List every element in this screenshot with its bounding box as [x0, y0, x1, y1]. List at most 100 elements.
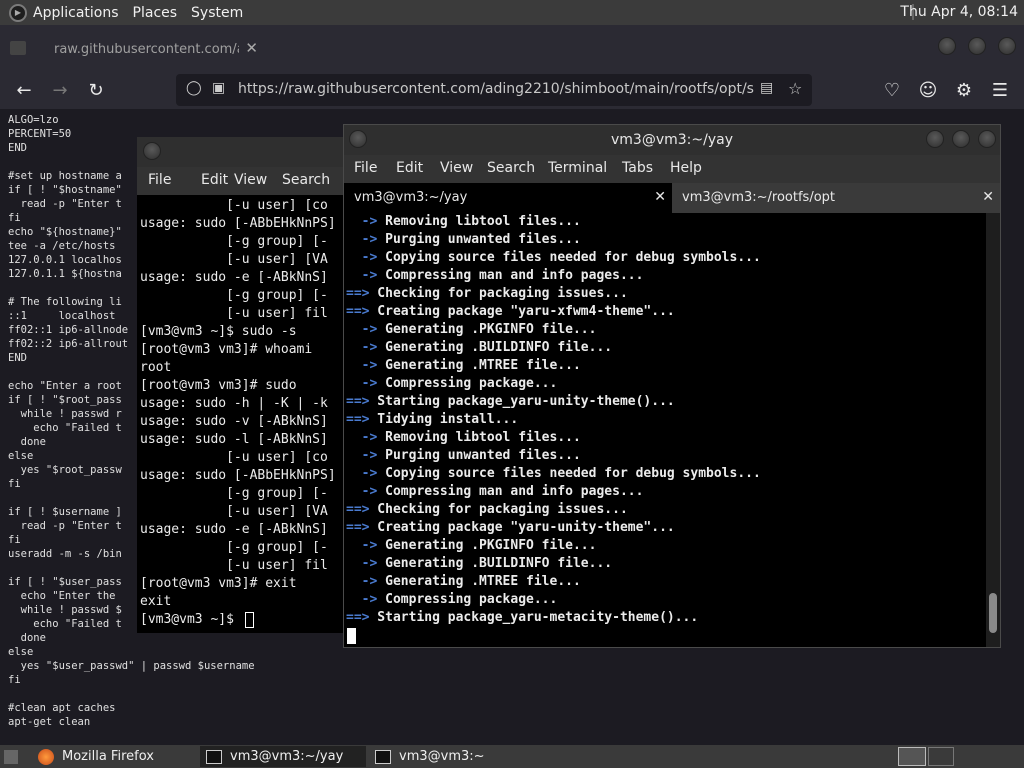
taskbar-item-terminal-home[interactable]: vm3@vm3:~ [375, 746, 541, 767]
menu-search[interactable]: Search [282, 172, 330, 188]
close-tab-yay-icon[interactable]: ✕ [654, 189, 666, 205]
menu-file[interactable]: File [354, 160, 377, 176]
menu-edit[interactable]: Edit [396, 160, 423, 176]
menu-view[interactable]: View [234, 172, 267, 188]
build-log-text: Tidying install... [369, 412, 519, 427]
script-line: ff02::1 ip6-allnode [8, 324, 129, 336]
script-line: if [ ! "$hostname" [8, 184, 122, 196]
terminal-line: [-g group] [- [140, 288, 328, 303]
workspace-2[interactable] [928, 747, 954, 766]
stage-arrow: ==> [346, 394, 370, 409]
substep-arrow: -> [346, 574, 378, 589]
bookmark-star-icon[interactable]: ☆ [788, 79, 802, 98]
terminal-back-titlebar[interactable] [137, 137, 357, 167]
build-log-line: -> Generating .MTREE file... [346, 573, 581, 591]
pocket-icon[interactable]: ♡ [879, 77, 905, 103]
build-log-text: Starting package_yaru-metacity-theme()..… [369, 610, 699, 625]
terminal-front-menubar: File Edit View Search Terminal Tabs Help [344, 155, 1000, 183]
distro-logo-icon[interactable]: ▶ [9, 3, 27, 22]
build-log-text: Generating .PKGINFO file... [377, 538, 597, 553]
menu-places[interactable]: Places [133, 5, 178, 21]
menu-search[interactable]: Search [487, 160, 535, 176]
account-icon[interactable]: ☺ [915, 77, 941, 103]
close-tab-icon[interactable]: ✕ [245, 39, 258, 57]
script-line: echo "Failed t [8, 618, 122, 630]
terminal-line: [-u user] fil [140, 558, 328, 573]
taskbar-item-terminal-yay[interactable]: vm3@vm3:~/yay [200, 746, 366, 767]
forward-arrow-icon[interactable]: → [47, 77, 73, 103]
substep-arrow: -> [346, 322, 378, 337]
terminal-close-icon[interactable] [978, 130, 996, 148]
build-log-line: -> Compressing man and info pages... [346, 483, 644, 501]
build-log-text: Starting package_yaru-unity-theme()... [369, 394, 675, 409]
maximize-icon[interactable] [968, 37, 986, 55]
tab-list-icon[interactable] [10, 41, 26, 55]
close-window-icon[interactable] [998, 37, 1016, 55]
terminal-window-back[interactable]: File Edit View Search [-u user] [co usage… [137, 137, 357, 633]
script-line: else [8, 646, 34, 658]
substep-arrow: -> [346, 484, 378, 499]
substep-arrow: -> [346, 268, 378, 283]
taskbar-item-firefox-label: Mozilla Firefox [62, 749, 154, 764]
tab-yay[interactable]: vm3@vm3:~/yay ✕ [344, 183, 672, 213]
menu-terminal[interactable]: Terminal [548, 160, 607, 176]
hamburger-menu-icon[interactable]: ☰ [987, 77, 1013, 103]
close-tab-rootfs-icon[interactable]: ✕ [982, 189, 994, 205]
script-line: while ! passwd $ [8, 604, 122, 616]
script-line: fi [8, 478, 21, 490]
scrollbar-thumb[interactable] [989, 593, 997, 633]
build-log-line: -> Generating .MTREE file... [346, 357, 581, 375]
script-line: done [8, 632, 46, 644]
url-bar[interactable]: ◯ ▣ https://raw.githubusercontent.com/ad… [176, 74, 812, 106]
terminal-icon [206, 749, 222, 764]
shield-icon[interactable]: ◯ [186, 80, 202, 96]
url-text[interactable]: https://raw.githubusercontent.com/ading2… [238, 81, 754, 97]
workspace-1[interactable] [898, 747, 926, 766]
menu-tabs[interactable]: Tabs [622, 160, 653, 176]
script-line: else [8, 450, 34, 462]
menu-edit[interactable]: Edit [201, 172, 228, 188]
terminal-scrollbar[interactable] [986, 213, 1000, 647]
back-arrow-icon[interactable]: ← [11, 77, 37, 103]
terminal-line: [-u user] [VA [140, 252, 328, 267]
script-line: echo "Enter the [8, 590, 122, 602]
show-desktop-icon[interactable] [4, 746, 26, 767]
terminal-back-menu-icon[interactable] [143, 142, 161, 160]
terminal-line: [-u user] [VA [140, 504, 328, 519]
reload-icon[interactable]: ↻ [83, 77, 109, 103]
terminal-window-front[interactable]: vm3@vm3:~/yay File Edit View Search Term… [343, 124, 1001, 648]
minimize-icon[interactable] [938, 37, 956, 55]
reader-view-icon[interactable]: ▤ [760, 80, 773, 96]
terminal-minimize-icon[interactable] [926, 130, 944, 148]
terminal-front-output[interactable]: -> Removing libtool files... -> Purging … [344, 213, 986, 647]
script-line: echo "Enter a root [8, 380, 122, 392]
substep-arrow: -> [346, 556, 378, 571]
extensions-icon[interactable]: ⚙ [951, 77, 977, 103]
terminal-front-titlebar[interactable]: vm3@vm3:~/yay [344, 125, 1000, 155]
build-log-line: -> Purging unwanted files... [346, 231, 581, 249]
substep-arrow: -> [346, 358, 378, 373]
terminal-line: usage: sudo -e [-ABkNnS] [140, 270, 328, 285]
lock-icon[interactable]: ▣ [212, 80, 225, 96]
terminal-maximize-icon[interactable] [952, 130, 970, 148]
stage-arrow: ==> [346, 412, 370, 427]
terminal-line: [root@vm3 vm3]# whoami [140, 342, 313, 357]
terminal-back-output[interactable]: [-u user] [co usage: sudo [-ABbEHkNnPS] [… [137, 195, 357, 633]
terminal-icon [375, 749, 391, 764]
substep-arrow: -> [346, 232, 378, 247]
tab-yay-label: vm3@vm3:~/yay [354, 190, 468, 205]
script-line: fi [8, 534, 21, 546]
terminal-line: [-u user] [co [140, 450, 328, 465]
script-line: fi [8, 674, 21, 686]
menu-system[interactable]: System [191, 5, 243, 21]
firefox-tab[interactable]: raw.githubusercontent.com/adi ✕ [40, 33, 262, 65]
tab-rootfs-opt[interactable]: vm3@vm3:~/rootfs/opt ✕ [672, 183, 1000, 213]
build-log-line: -> Generating .BUILDINFO file... [346, 555, 612, 573]
clock[interactable]: Thu Apr 4, 08:14 [900, 4, 1018, 20]
script-line: done [8, 436, 46, 448]
menu-file[interactable]: File [148, 172, 171, 188]
menu-help[interactable]: Help [670, 160, 702, 176]
menu-applications[interactable]: Applications [33, 5, 119, 21]
taskbar-item-firefox[interactable]: Mozilla Firefox [38, 746, 198, 767]
menu-view[interactable]: View [440, 160, 473, 176]
